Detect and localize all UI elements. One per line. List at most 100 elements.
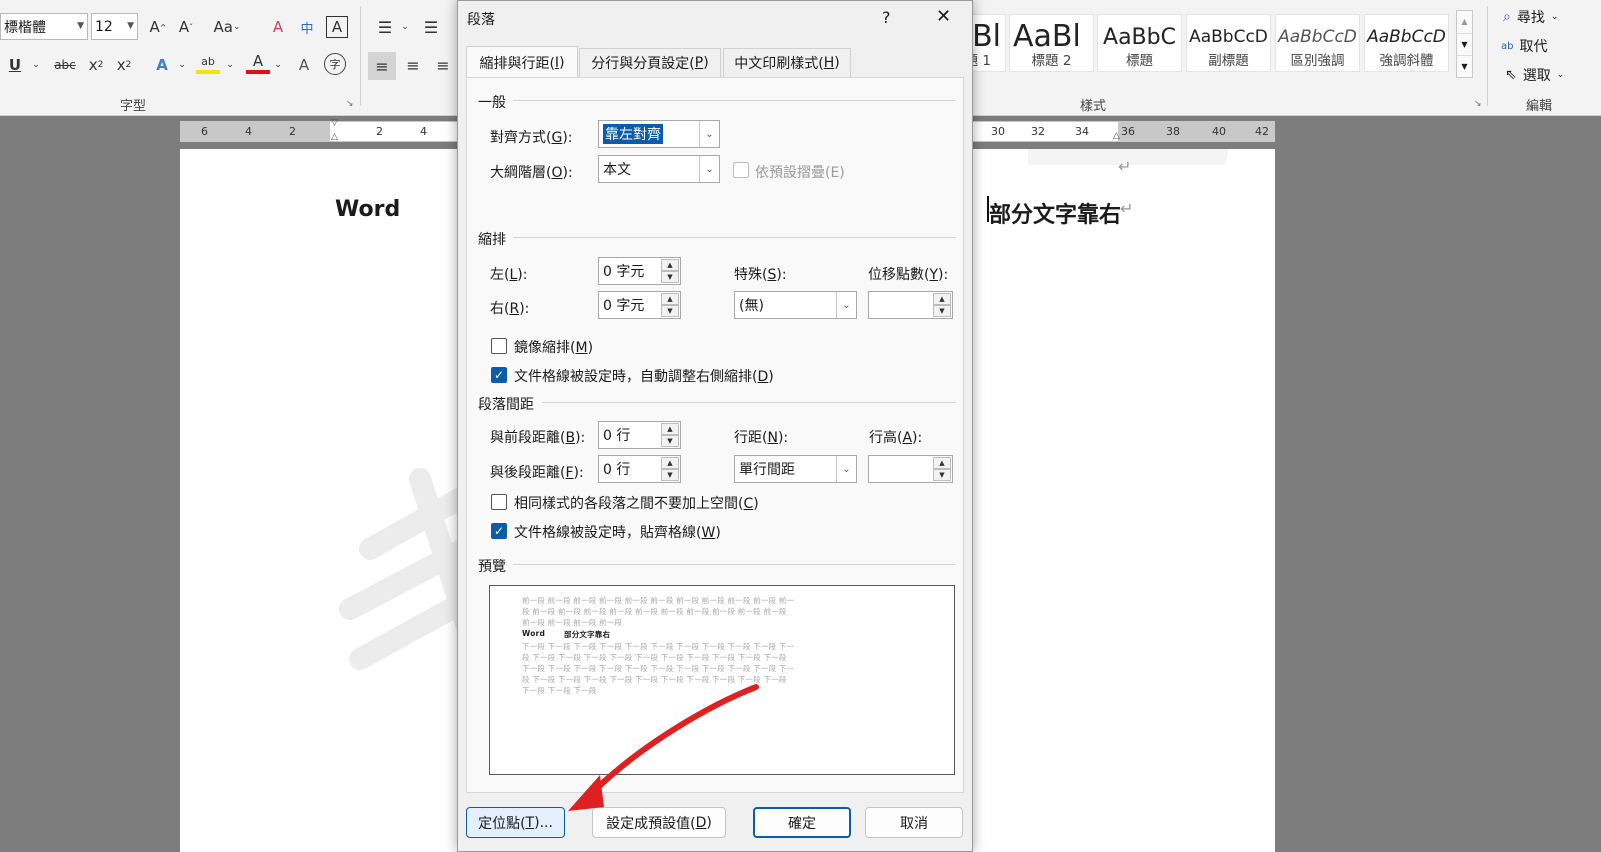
button-key: D bbox=[695, 814, 707, 831]
highlight-icon[interactable]: ab bbox=[196, 52, 220, 74]
paragraph-mark-icon: ↵ bbox=[1120, 199, 1134, 218]
chevron-down-icon[interactable]: ⌄ bbox=[400, 14, 410, 40]
label-key: Y bbox=[929, 267, 939, 283]
style-heading-2[interactable]: AaBl 標題 2 bbox=[1009, 14, 1094, 72]
font-color-icon[interactable]: A bbox=[246, 52, 270, 74]
clear-format-icon[interactable]: A bbox=[266, 14, 290, 40]
snap-to-grid-checkbox[interactable]: ✓ bbox=[491, 523, 507, 539]
indent-by-spinner[interactable]: ▲ ▼ bbox=[868, 291, 953, 319]
section-preview: 預覽 bbox=[478, 559, 506, 575]
special-label: 特殊(S): bbox=[734, 267, 787, 283]
tab-key: P bbox=[694, 55, 704, 71]
change-case-button[interactable]: Aa ⌄ bbox=[210, 14, 244, 40]
spin-up-icon[interactable]: ▲ bbox=[661, 259, 679, 271]
spin-down-icon[interactable]: ▼ bbox=[933, 469, 951, 481]
spin-up-icon[interactable]: ▲ bbox=[661, 293, 679, 305]
space-after-spinner[interactable]: 0 行 ▲ ▼ bbox=[598, 455, 681, 483]
align-right-icon[interactable]: ≡ bbox=[430, 52, 456, 78]
grow-font-button[interactable]: A ^ bbox=[146, 14, 170, 40]
ok-button[interactable]: 確定 bbox=[753, 807, 851, 838]
tab-line-page-breaks[interactable]: 分行與分頁設定(P) bbox=[579, 48, 721, 77]
alignment-dropdown[interactable]: 靠左對齊 ⌄ bbox=[598, 120, 720, 148]
spin-down-icon[interactable]: ▼ bbox=[661, 435, 679, 447]
spin-up-icon[interactable]: ▲ bbox=[933, 457, 951, 469]
font-name-combo[interactable]: 標楷體 ▼ bbox=[0, 13, 88, 40]
no-space-same-style-checkbox[interactable] bbox=[491, 494, 507, 510]
find-button[interactable]: ⌕ 尋找 ⌄ bbox=[1503, 7, 1558, 27]
tabs-button[interactable]: 定位點(T)... bbox=[466, 807, 565, 838]
spin-down-icon[interactable]: ▼ bbox=[661, 271, 679, 283]
line-at-spinner[interactable]: ▲ ▼ bbox=[868, 455, 953, 483]
dialog-launcher-icon[interactable]: ↘ bbox=[346, 99, 354, 109]
indent-left-spinner[interactable]: 0 字元 ▲ ▼ bbox=[598, 257, 681, 285]
ruler-tick: 4 bbox=[420, 125, 427, 138]
chevron-down-icon[interactable]: ⌄ bbox=[224, 52, 236, 78]
tab-label: 分行與分頁設定( bbox=[591, 56, 695, 72]
space-before-spinner[interactable]: 0 行 ▲ ▼ bbox=[598, 421, 681, 449]
superscript-icon[interactable]: x2 bbox=[112, 52, 136, 78]
style-intense-emphasis[interactable]: AaBbCcD 強調斜體 bbox=[1364, 14, 1449, 72]
section-divider bbox=[513, 237, 956, 238]
dialog-launcher-icon[interactable]: ↘ bbox=[1474, 99, 1482, 109]
chevron-down-icon[interactable]: ⌄ bbox=[272, 52, 284, 78]
style-subtitle[interactable]: AaBbCcD 副標題 bbox=[1186, 14, 1271, 72]
label-key: R bbox=[509, 301, 520, 317]
chevron-down-icon[interactable]: ⌄ bbox=[30, 52, 42, 78]
spin-down-icon[interactable]: ▼ bbox=[661, 469, 679, 481]
space-before-label: 與前段距離(B): bbox=[490, 430, 586, 446]
cancel-button[interactable]: 取消 bbox=[865, 807, 963, 838]
underline-icon[interactable]: U bbox=[4, 52, 26, 78]
close-icon[interactable]: ✕ bbox=[936, 6, 951, 27]
mirror-indents-checkbox[interactable] bbox=[491, 338, 507, 354]
indent-right-spinner[interactable]: 0 字元 ▲ ▼ bbox=[598, 291, 681, 319]
tab-asian-typography[interactable]: 中文印刷樣式(H) bbox=[723, 48, 851, 77]
scroll-up-icon[interactable]: ▲ bbox=[1457, 11, 1472, 33]
hanging-indent-marker[interactable]: △ bbox=[331, 133, 341, 142]
chevron-down-icon: ⌄ bbox=[699, 156, 719, 182]
special-dropdown[interactable]: (無) ⌄ bbox=[734, 291, 857, 319]
doc-right-text[interactable]: 部分文字靠右 bbox=[989, 197, 1121, 229]
select-button[interactable]: ⇖ 選取 ⌄ bbox=[1505, 65, 1564, 85]
phonetic-guide-icon[interactable]: 中 bbox=[294, 14, 320, 40]
shrink-font-button[interactable]: Aˇ bbox=[174, 14, 198, 40]
spin-up-icon[interactable]: ▲ bbox=[661, 457, 679, 469]
outline-level-dropdown[interactable]: 本文 ⌄ bbox=[598, 155, 720, 183]
tab-indents-spacing[interactable]: 縮排與行距(I) bbox=[466, 46, 578, 78]
replace-button[interactable]: ab 取代 bbox=[1501, 36, 1547, 56]
chevron-down-icon[interactable]: ⌄ bbox=[176, 52, 188, 78]
char-shading-icon[interactable]: A bbox=[292, 52, 316, 78]
help-button[interactable]: ? bbox=[882, 8, 891, 27]
gallery-more-icon[interactable]: ▼ bbox=[1457, 55, 1472, 77]
collapse-default-checkbox[interactable] bbox=[733, 162, 749, 178]
numbering-icon[interactable]: ☰ bbox=[418, 14, 444, 40]
enclose-char-icon[interactable]: 字 bbox=[324, 53, 346, 75]
group-divider bbox=[1487, 6, 1488, 106]
space-before-value: 0 行 bbox=[603, 428, 631, 444]
auto-adjust-indent-checkbox[interactable]: ✓ bbox=[491, 367, 507, 383]
section-indentation: 縮排 bbox=[478, 232, 506, 248]
scroll-down-icon[interactable]: ▼ bbox=[1457, 33, 1472, 55]
font-size-combo[interactable]: 12 ▼ bbox=[91, 13, 138, 40]
spin-up-icon[interactable]: ▲ bbox=[661, 423, 679, 435]
strikethrough-icon[interactable]: abc bbox=[50, 52, 80, 78]
text-effects-icon[interactable]: A bbox=[150, 52, 174, 78]
doc-left-text[interactable]: Word bbox=[335, 197, 400, 222]
spin-up-icon[interactable]: ▲ bbox=[933, 293, 951, 305]
bullets-icon[interactable]: ☰ bbox=[372, 14, 398, 40]
subscript-icon[interactable]: x2 bbox=[84, 52, 108, 78]
right-indent-marker[interactable]: △ bbox=[1113, 131, 1120, 141]
first-line-indent-marker[interactable]: ▽ bbox=[331, 119, 341, 128]
align-left-icon[interactable]: ≡ bbox=[368, 52, 396, 80]
label-text: 大綱階層( bbox=[490, 165, 552, 181]
align-center-icon[interactable]: ≡ bbox=[400, 52, 426, 78]
char-border-icon[interactable]: A bbox=[326, 16, 348, 38]
styles-gallery-scroller[interactable]: ▲ ▼ ▼ bbox=[1456, 10, 1473, 78]
label-key: W bbox=[701, 525, 716, 541]
line-at-label: 行高(A): bbox=[869, 430, 923, 446]
style-title[interactable]: AaBbC 標題 bbox=[1097, 14, 1182, 72]
spin-down-icon[interactable]: ▼ bbox=[661, 305, 679, 317]
group-divider bbox=[360, 6, 361, 106]
line-spacing-dropdown[interactable]: 單行間距 ⌄ bbox=[734, 455, 857, 483]
style-subtle-emphasis[interactable]: AaBbCcD 區別強調 bbox=[1275, 14, 1360, 72]
spin-down-icon[interactable]: ▼ bbox=[933, 305, 951, 317]
